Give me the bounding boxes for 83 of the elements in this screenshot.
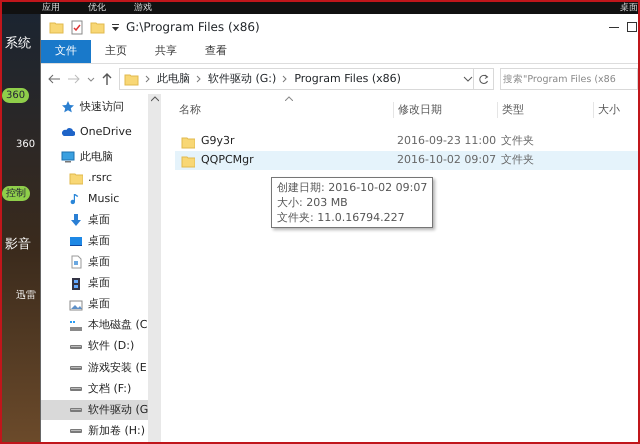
column-header[interactable]: 名称 xyxy=(175,102,393,118)
nav-item[interactable]: 此电脑 xyxy=(41,147,113,168)
drive-icon xyxy=(70,366,82,370)
desktop-badge[interactable]: 360 xyxy=(2,88,30,102)
search-field[interactable]: 搜索"Program Files (x86 xyxy=(500,68,638,90)
taskbar-item[interactable]: 应用 xyxy=(42,3,60,13)
column-header[interactable]: 类型 xyxy=(497,102,593,118)
tooltip-line: 大小: 203 MB xyxy=(277,195,349,210)
refresh-button[interactable] xyxy=(474,68,494,90)
nav-item[interactable]: Music xyxy=(41,189,120,210)
monitor-icon xyxy=(61,150,75,164)
taskbar-item[interactable]: 游戏 xyxy=(134,3,152,13)
scroll-up-icon[interactable] xyxy=(150,96,158,102)
column-header[interactable]: 修改日期 xyxy=(393,102,497,118)
address-field[interactable]: 此电脑 软件驱动 (G:) Program Files (x86) xyxy=(119,68,474,90)
chevron-icon xyxy=(145,75,151,83)
taskbar-item[interactable]: 优化 xyxy=(88,3,106,13)
nav-item[interactable]: 新加卷 (H:) xyxy=(41,420,146,441)
file-name: QQPCMgr xyxy=(201,152,254,168)
nav-item[interactable]: 文档 (F:) xyxy=(41,378,132,399)
film-icon xyxy=(69,276,83,290)
nav-item[interactable]: 本地磁盘 (C: xyxy=(41,316,148,336)
nav-item[interactable]: 桌面 xyxy=(41,274,110,294)
tooltip-line: 创建日期: 2016-10-02 09:07 xyxy=(277,180,428,195)
column-header[interactable]: 大小 xyxy=(593,102,638,118)
nav-item[interactable]: .rsrc xyxy=(41,168,112,188)
tray-item[interactable]: 桌面 xyxy=(620,3,638,13)
drive-icon xyxy=(70,408,82,412)
up-arrow-icon[interactable] xyxy=(101,72,113,86)
drive-icon xyxy=(70,428,82,433)
star-icon xyxy=(61,100,75,114)
nav-item[interactable]: OneDrive xyxy=(41,122,132,142)
desktop-badge[interactable]: 控制 xyxy=(2,186,30,200)
drive-icon xyxy=(69,318,83,333)
ribbon-tab[interactable]: 查看 xyxy=(191,40,241,63)
file-type: 文件夹 xyxy=(500,152,535,168)
breadcrumb-link[interactable]: Program Files (x86) xyxy=(294,70,401,88)
screen-icon xyxy=(69,234,83,248)
file-row[interactable]: QQPCMgr 2016-10-02 09:07 文件夹 xyxy=(175,151,638,170)
modified-date: 2016-09-23 11:00 xyxy=(396,133,497,150)
desktop-heading[interactable]: 系统 xyxy=(2,34,31,54)
dropdown-icon[interactable] xyxy=(111,22,120,32)
picture-icon xyxy=(69,298,83,312)
ribbon-tab[interactable]: 文件 xyxy=(41,40,91,63)
nav-item[interactable]: 桌面 xyxy=(41,231,110,252)
file-name: G9y3r xyxy=(201,133,235,150)
modified-date: 2016-10-02 09:07 xyxy=(396,152,497,168)
breadcrumb-link[interactable]: 此电脑 xyxy=(157,70,190,88)
desktop-icon-label[interactable]: 迅雷 xyxy=(2,288,36,303)
file-row[interactable]: G9y3r 2016-09-23 11:00 文件夹 xyxy=(175,132,638,151)
chevron-icon xyxy=(282,75,288,83)
folder-icon xyxy=(69,171,83,186)
sort-up-icon xyxy=(285,96,293,101)
desktop-heading[interactable]: 影音 xyxy=(2,234,31,254)
maximize-icon[interactable] xyxy=(626,21,638,33)
ribbon-tab[interactable]: 主页 xyxy=(91,40,141,63)
window-title: G:\Program Files (x86) xyxy=(126,19,260,36)
back-arrow-icon[interactable] xyxy=(47,73,61,85)
tooltip-line: 文件夹: 11.0.16794.227 xyxy=(277,210,406,225)
nav-item[interactable]: 桌面 xyxy=(41,294,110,315)
drive-icon xyxy=(70,386,82,391)
nav-item[interactable]: 快速访问 xyxy=(41,97,124,117)
nav-item[interactable]: 桌面 xyxy=(41,252,110,272)
chevron-down-icon[interactable] xyxy=(463,75,473,83)
folder-icon xyxy=(181,154,195,168)
file-type: 文件夹 xyxy=(500,133,535,150)
nav-item[interactable]: 游戏安装 (E: xyxy=(41,358,148,378)
breadcrumb-link[interactable]: 软件驱动 (G:) xyxy=(208,70,276,88)
nav-item[interactable]: 软件驱动 (G xyxy=(41,400,148,420)
folder-icon xyxy=(181,134,195,148)
nav-item[interactable]: 软件 (D:) xyxy=(41,336,134,357)
chevron-icon xyxy=(196,75,202,83)
down-arrow-icon xyxy=(69,213,83,228)
nav-item[interactable]: 桌面 xyxy=(41,210,110,230)
folder-icon xyxy=(49,20,64,34)
refresh-icon xyxy=(478,74,489,84)
folder-icon xyxy=(124,72,139,86)
drive-icon xyxy=(70,344,82,349)
scrollbar[interactable] xyxy=(148,94,161,442)
ribbon-tab[interactable]: 共享 xyxy=(141,40,191,63)
checklist-icon[interactable] xyxy=(70,20,84,34)
document-icon xyxy=(69,255,83,270)
desktop-icon-label[interactable]: 360 xyxy=(2,136,36,152)
